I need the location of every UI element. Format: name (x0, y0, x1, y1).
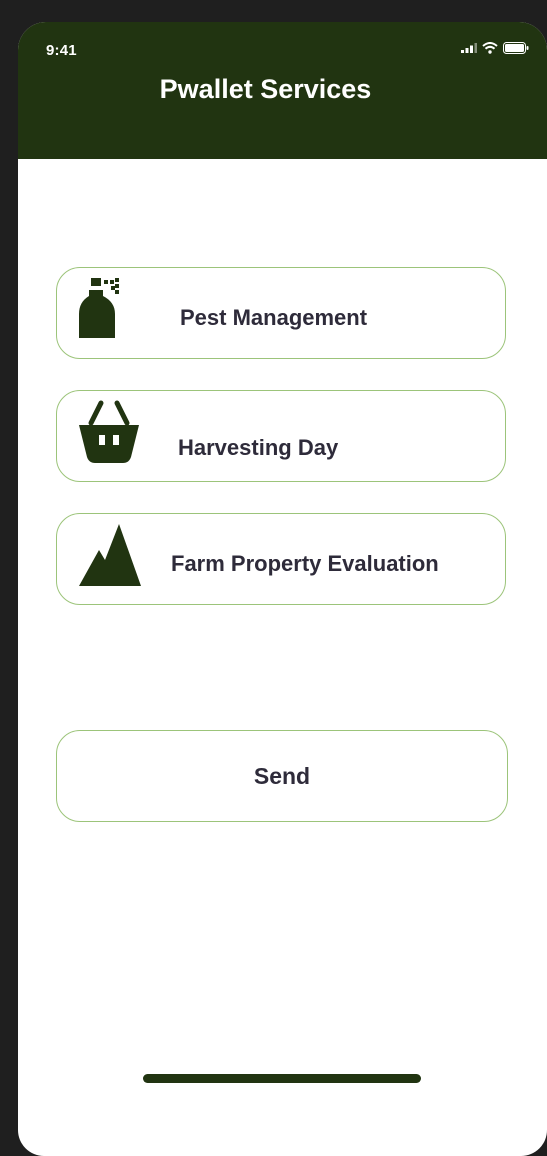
status-icons (461, 42, 529, 54)
service-label: Farm Property Evaluation (171, 551, 439, 576)
wifi-icon (482, 42, 498, 54)
basket-icon (79, 400, 139, 463)
battery-icon (503, 42, 529, 54)
services-list: Pest Management Harvesting Day Farm Prop… (56, 267, 506, 636)
service-farm-property-evaluation[interactable]: Farm Property Evaluation (56, 513, 506, 605)
signal-icon (461, 43, 477, 53)
page-title: Pwallet Services (159, 74, 372, 104)
send-button[interactable]: Send (56, 730, 508, 822)
service-harvesting-day[interactable]: Harvesting Day (56, 390, 506, 482)
status-time: 9:41 (46, 42, 77, 59)
service-pest-management[interactable]: Pest Management (56, 267, 506, 359)
service-label: Harvesting Day (178, 435, 339, 460)
app-header: 9:41 Pwallet Services (18, 22, 547, 159)
sprayer-icon (79, 278, 119, 338)
phone-screen: 9:41 Pwallet Services Pest Management Ha… (18, 22, 547, 1156)
service-label: Pest Management (180, 305, 368, 330)
home-indicator (143, 1074, 421, 1083)
mountain-icon (79, 524, 141, 586)
